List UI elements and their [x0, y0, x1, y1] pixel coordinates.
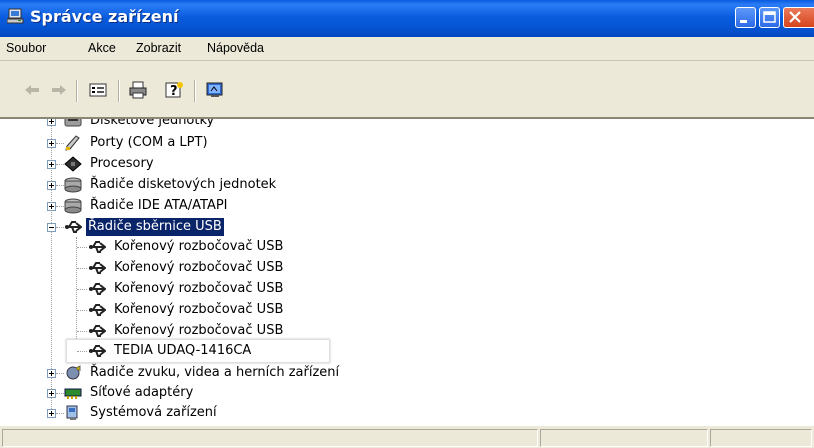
print-icon[interactable] [128, 81, 148, 99]
tree-item-label: Porty (COM a LPT) [90, 135, 208, 150]
usb-icon [89, 304, 106, 316]
tree-item-usb-root-hub[interactable]: Kořenový rozbočovač USB [0, 300, 814, 320]
scan-hardware-icon[interactable] [205, 81, 225, 99]
tree-item-systemova-zarizeni[interactable]: Systémová zařízení [0, 403, 814, 423]
tree-connector [77, 310, 87, 311]
tree-item-tedia-udaq[interactable]: TEDIA UDAQ-1416CA [0, 339, 814, 363]
close-button[interactable] [783, 7, 814, 28]
expand-icon[interactable] [47, 139, 56, 148]
tree-connector [56, 227, 64, 228]
tree-connector [56, 164, 64, 165]
tree-item-procesory[interactable]: Procesory [0, 154, 814, 174]
tree-connector [56, 185, 64, 186]
status-cell [540, 429, 708, 447]
tree-connector [77, 331, 87, 332]
usb-icon [89, 325, 106, 337]
maximize-button[interactable] [759, 7, 780, 28]
network-adapter-icon [64, 388, 82, 399]
tree-item-usb-root-hub[interactable]: Kořenový rozbočovač USB [0, 237, 814, 257]
sound-icon [66, 365, 81, 380]
minimize-button[interactable] [735, 7, 756, 28]
tree-item-label: Systémová zařízení [90, 405, 217, 420]
menu-zobrazit[interactable]: Zobrazit [136, 41, 181, 55]
expand-icon[interactable] [47, 181, 56, 190]
device-manager-window: Správce zařízení Soubor Akce Zobrazit Ná… [0, 0, 814, 448]
controller-icon [64, 177, 82, 193]
toolbar: ? [0, 61, 814, 117]
menu-napoveda[interactable]: Nápověda [207, 41, 264, 55]
back-arrow-icon[interactable] [22, 81, 42, 99]
tree-item-label: Kořenový rozbočovač USB [114, 281, 284, 296]
status-cell [2, 429, 538, 447]
expand-icon[interactable] [47, 160, 56, 169]
expand-icon[interactable] [47, 119, 56, 126]
tree-item-radice-disketovych[interactable]: Řadiče disketových jednotek [0, 175, 814, 195]
maximize-icon [763, 11, 776, 23]
controller-icon [64, 198, 82, 214]
toolbar-separator [194, 80, 196, 102]
expand-icon[interactable] [47, 369, 56, 378]
tree-item-label: Kořenový rozbočovač USB [114, 302, 284, 317]
tree-item-label: Řadiče disketových jednotek [90, 177, 277, 192]
tree-connector [77, 268, 87, 269]
tree-connector [56, 393, 64, 394]
tree-item-label: TEDIA UDAQ-1416CA [114, 343, 252, 358]
status-cell [710, 429, 812, 447]
tree-item-label: Řadiče IDE ATA/ATAPI [90, 198, 228, 213]
title-bar[interactable]: Správce zařízení [0, 0, 814, 37]
tree-item-label: Disketové jednotky [90, 117, 215, 128]
tree-item-porty[interactable]: Porty (COM a LPT) [0, 133, 814, 153]
tree-item-label: Kořenový rozbočovač USB [114, 239, 284, 254]
tree-item-usb-root-hub[interactable]: Kořenový rozbočovač USB [0, 279, 814, 299]
processor-icon [64, 156, 82, 172]
menu-bar: Soubor Akce Zobrazit Nápověda [0, 37, 814, 61]
minimize-icon [740, 20, 747, 23]
usb-icon [89, 262, 106, 274]
tree-item-usb-root-hub[interactable]: Kořenový rozbočovač USB [0, 321, 814, 341]
system-icon [66, 405, 78, 420]
tree-item-label: Řadiče zvuku, videa a herních zařízení [90, 365, 340, 380]
tree-item-disketove-jednotky[interactable]: Disketové jednotky [0, 117, 814, 131]
help-icon[interactable]: ? [164, 81, 184, 99]
toolbar-separator [76, 80, 78, 102]
tree-connector [77, 289, 87, 290]
tree-item-radice-ide[interactable]: Řadiče IDE ATA/ATAPI [0, 196, 814, 216]
tree-item-label: Řadiče sběrnice USB [85, 217, 225, 237]
usb-icon [89, 283, 106, 295]
computer-icon [7, 8, 24, 24]
expand-icon[interactable] [47, 202, 56, 211]
tree-item-radice-usb[interactable]: Řadiče sběrnice USB [0, 217, 814, 237]
tree-connector [77, 247, 87, 248]
toolbar-separator [118, 80, 120, 102]
tree-connector [56, 143, 64, 144]
tree-item-label: Kořenový rozbočovač USB [114, 323, 284, 338]
tree-item-radice-zvuku[interactable]: Řadiče zvuku, videa a herních zařízení [0, 363, 814, 383]
close-icon [789, 11, 801, 23]
tree-connector [56, 413, 64, 414]
usb-icon [89, 345, 106, 357]
port-icon [65, 135, 80, 151]
menu-akce[interactable]: Akce [88, 41, 116, 55]
tree-connector [77, 351, 87, 352]
collapse-icon[interactable] [47, 223, 56, 232]
forward-arrow-icon[interactable] [49, 81, 69, 99]
tree-item-usb-root-hub[interactable]: Kořenový rozbočovač USB [0, 258, 814, 278]
tree-connector [56, 206, 64, 207]
tree-item-sitove-adaptery[interactable]: Síťové adaptéry [0, 383, 814, 403]
floppy-drive-icon [64, 119, 82, 127]
svg-text:?: ? [170, 84, 178, 99]
status-bar [0, 425, 814, 448]
usb-icon [65, 221, 82, 233]
usb-icon [89, 241, 106, 253]
window-title: Správce zařízení [30, 7, 179, 26]
tree-item-label: Síťové adaptéry [90, 385, 194, 400]
tree-item-label: Kořenový rozbočovač USB [114, 260, 284, 275]
expand-icon[interactable] [47, 409, 56, 418]
device-tree[interactable]: Disketové jednotky Porty (COM a LPT) Pro… [0, 117, 814, 427]
tree-item-label: Procesory [90, 156, 154, 171]
tree-connector [56, 373, 64, 374]
expand-icon[interactable] [47, 389, 56, 398]
properties-icon[interactable] [88, 81, 108, 99]
menu-soubor[interactable]: Soubor [6, 41, 46, 55]
